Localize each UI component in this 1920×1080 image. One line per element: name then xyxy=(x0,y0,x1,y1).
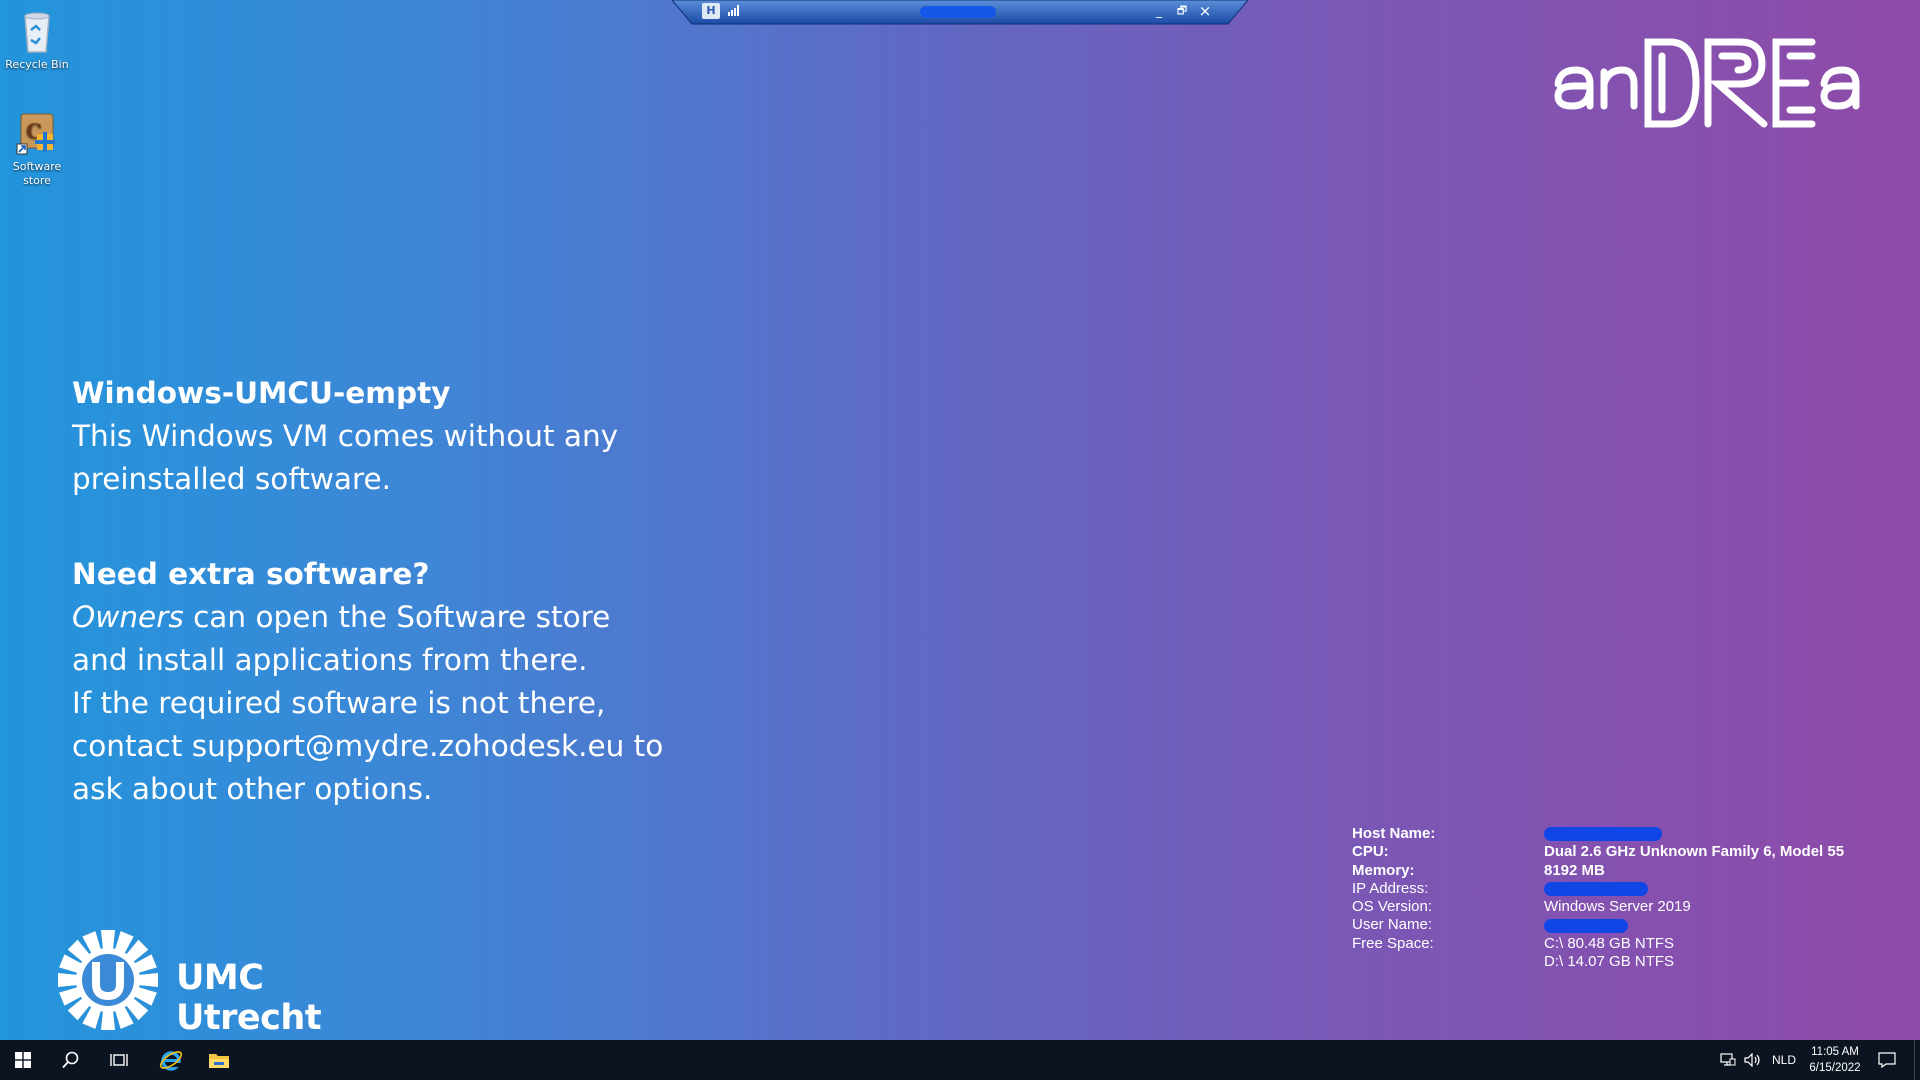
connection-title-redacted xyxy=(920,6,996,18)
software-store-icon: C xyxy=(13,110,61,158)
ip-redacted xyxy=(1544,881,1648,896)
memory-label: Memory: xyxy=(1352,861,1415,879)
show-desktop-button[interactable] xyxy=(1914,1040,1920,1080)
user-label: User Name: xyxy=(1352,916,1433,934)
extra-software-heading: Need extra software? xyxy=(72,557,430,591)
info-line: preinstalled software. xyxy=(72,462,391,496)
clock-time: 11:05 AM xyxy=(1811,1046,1859,1058)
software-store-label: Software store xyxy=(12,160,62,187)
internet-explorer-icon xyxy=(159,1051,183,1071)
user-row: User Name: xyxy=(1352,916,1912,934)
os-value: Windows Server 2019 xyxy=(1544,898,1691,916)
user-redacted xyxy=(1544,918,1628,933)
software-store-shortcut[interactable]: C Software store xyxy=(0,110,74,188)
signal-strength-icon[interactable] xyxy=(728,4,742,16)
os-row: OS Version: Windows Server 2019 xyxy=(1352,898,1912,916)
info-line-text: can open the Software store xyxy=(183,600,611,634)
ip-row: IP Address: xyxy=(1352,880,1912,898)
internet-explorer-button[interactable] xyxy=(148,1040,194,1080)
info-line: Owners can open the Software store xyxy=(72,596,752,639)
free-space-label: Free Space: xyxy=(1352,934,1434,952)
vm-info-text: Windows-UMCU-empty This Windows VM comes… xyxy=(72,372,752,811)
network-icon[interactable] xyxy=(1720,1040,1736,1080)
cpu-row: CPU: Dual 2.6 GHz Unknown Family 6, Mode… xyxy=(1352,843,1912,861)
minimize-button[interactable]: _ xyxy=(1150,2,1168,20)
close-button[interactable]: × xyxy=(1196,2,1214,20)
free-space-row: Free Space: C:\ 80.48 GB NTFS D:\ 14.07 … xyxy=(1352,935,1912,972)
desktop: Recycle Bin C Software store H _ 🗗 × Win… xyxy=(0,0,1920,1040)
ip-label: IP Address: xyxy=(1352,879,1429,897)
umc-utrecht-logo: UMC Utrecht xyxy=(56,928,416,1038)
host-name-label: Host Name: xyxy=(1352,825,1436,842)
info-line: contact support@mydre.zohodesk.eu to xyxy=(72,729,664,763)
start-button[interactable] xyxy=(0,1040,46,1080)
vm-title: Windows-UMCU-empty xyxy=(72,376,451,410)
recycle-bin-label: Recycle Bin xyxy=(5,58,69,71)
recycle-bin-icon xyxy=(13,8,61,56)
volume-icon[interactable] xyxy=(1744,1040,1762,1080)
umc-emblem-icon xyxy=(58,930,158,1030)
free-space-d: D:\ 14.07 GB NTFS xyxy=(1544,953,1675,971)
info-line: This Windows VM comes without any xyxy=(72,419,619,453)
info-line: and install applications from there. xyxy=(72,643,588,677)
cpu-value: Dual 2.6 GHz Unknown Family 6, Model 55 xyxy=(1544,843,1845,861)
host-name-row: Host Name: xyxy=(1352,825,1912,843)
clock-date: 6/15/2022 xyxy=(1809,1062,1861,1074)
cpu-label: CPU: xyxy=(1352,843,1389,861)
umc-utrecht-name: UMC Utrecht xyxy=(176,958,322,1038)
host-name-redacted xyxy=(1544,827,1662,842)
os-label: OS Version: xyxy=(1352,898,1433,916)
taskbar-clock[interactable]: 11:05 AM 6/15/2022 xyxy=(1800,1044,1870,1076)
folder-icon xyxy=(209,1054,229,1068)
file-explorer-button[interactable] xyxy=(196,1040,242,1080)
andrea-logo xyxy=(1550,28,1870,138)
action-center-icon[interactable] xyxy=(1878,1040,1896,1080)
task-view-button[interactable] xyxy=(96,1040,142,1080)
recycle-bin-shortcut[interactable]: Recycle Bin xyxy=(0,8,74,72)
task-view-icon xyxy=(110,1054,128,1066)
pin-button[interactable]: H xyxy=(702,3,720,19)
remote-connection-bar[interactable]: H _ 🗗 × xyxy=(672,0,1248,26)
memory-row: Memory: 8192 MB xyxy=(1352,862,1912,880)
restore-button[interactable]: 🗗 xyxy=(1173,2,1191,20)
info-line: ask about other options. xyxy=(72,772,433,806)
system-info-panel: Host Name: CPU: Dual 2.6 GHz Unknown Fam… xyxy=(1352,825,1912,971)
taskbar: NLD 11:05 AM 6/15/2022 xyxy=(0,1040,1920,1080)
search-button[interactable] xyxy=(48,1040,94,1080)
memory-value: 8192 MB xyxy=(1544,861,1605,879)
free-space-c: C:\ 80.48 GB NTFS xyxy=(1544,934,1675,952)
owners-text: Owners xyxy=(72,600,184,634)
windows-logo-icon xyxy=(15,1052,31,1068)
input-language-indicator[interactable]: NLD xyxy=(1772,1040,1796,1080)
search-icon xyxy=(62,1051,79,1069)
info-line: If the required software is not there, xyxy=(72,686,606,720)
